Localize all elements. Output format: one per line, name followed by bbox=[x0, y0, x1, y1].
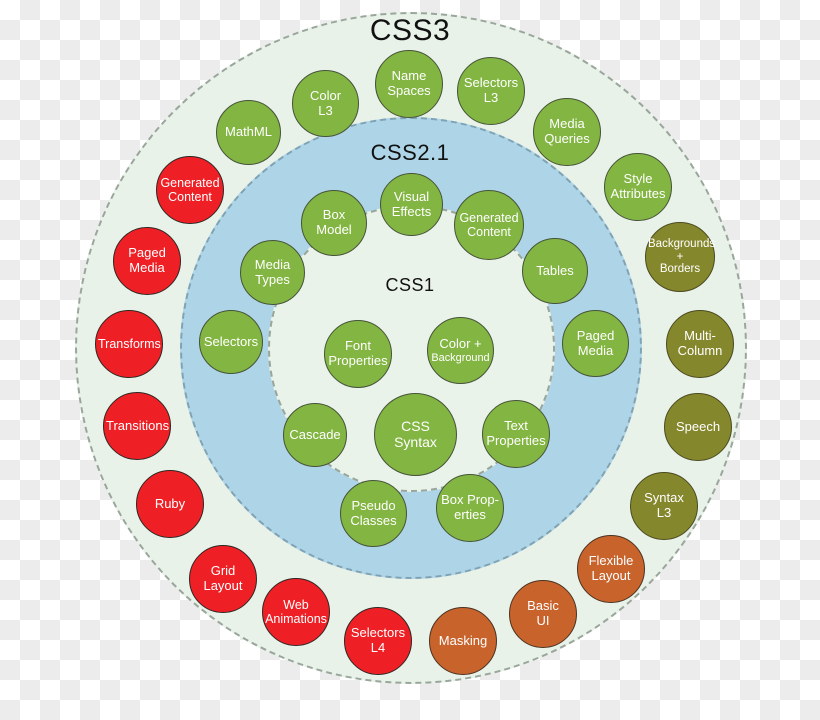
module-bubble-masking[interactable]: Masking bbox=[429, 607, 497, 675]
module-bubble-label: Selectors L4 bbox=[350, 625, 406, 655]
module-bubble-color-l3[interactable]: Color L3 bbox=[292, 70, 359, 137]
module-bubble-label: CSS Syntax bbox=[394, 417, 437, 450]
module-bubble-media-types[interactable]: Media Types bbox=[240, 240, 305, 305]
module-bubble-label: Media Queries bbox=[544, 116, 590, 146]
module-bubble-media-queries[interactable]: Media Queries bbox=[533, 98, 601, 166]
module-bubble-label: Speech bbox=[675, 418, 721, 434]
module-bubble-label: Paged Media bbox=[576, 327, 615, 358]
module-bubble-paged-media[interactable]: Paged Media bbox=[113, 227, 181, 295]
module-bubble-flexible-layout[interactable]: Flexible Layout bbox=[577, 535, 645, 603]
module-bubble-label: Syntax L3 bbox=[644, 490, 684, 520]
module-bubble-label: Multi- Column bbox=[677, 328, 723, 358]
module-bubble-box-model[interactable]: Box Model bbox=[301, 190, 367, 256]
module-bubble-generated-content[interactable]: Generated Content bbox=[156, 156, 224, 224]
module-bubble-web-animations[interactable]: Web Animations bbox=[262, 578, 330, 646]
module-bubble-name-spaces[interactable]: Name Spaces bbox=[375, 50, 443, 118]
module-bubble-label: Name Spaces bbox=[387, 68, 431, 98]
module-bubble-label: Tables bbox=[536, 262, 574, 278]
module-bubble-color-background[interactable]: Color + Background bbox=[427, 317, 494, 384]
diagram-canvas: CSS3 CSS2.1 CSS1 MathML Color L3 Name Spaces… bbox=[0, 0, 820, 720]
module-bubble-backgrounds-borders[interactable]: Backgrounds + Borders bbox=[645, 222, 715, 292]
module-bubble-selectors-l3[interactable]: Selectors L3 bbox=[457, 57, 525, 125]
module-bubble-syntax-l3[interactable]: Syntax L3 bbox=[630, 472, 698, 540]
ring-title-css3: CSS3 bbox=[369, 14, 451, 47]
module-bubble-label: Transforms bbox=[98, 337, 161, 351]
module-bubble-label: Pseudo Classes bbox=[350, 497, 397, 528]
module-bubble-label: Flexible Layout bbox=[588, 553, 634, 583]
module-bubble-label: MathML bbox=[225, 124, 272, 140]
module-bubble-grid-layout[interactable]: Grid Layout bbox=[189, 545, 257, 613]
module-bubble-label: Selectors L3 bbox=[463, 75, 519, 105]
module-bubble-tables[interactable]: Tables bbox=[522, 238, 588, 304]
module-bubble-paged-media[interactable]: Paged Media bbox=[562, 310, 629, 377]
module-bubble-box-properties[interactable]: Box Prop-erties bbox=[436, 474, 504, 542]
module-bubble-transitions[interactable]: Transitions bbox=[103, 392, 171, 460]
module-bubble-label: Generated Content bbox=[160, 176, 220, 204]
module-bubble-label: Paged Media bbox=[128, 245, 166, 275]
module-bubble-css-syntax[interactable]: CSS Syntax bbox=[374, 393, 457, 476]
module-bubble-label: Font Properties bbox=[328, 338, 388, 368]
module-bubble-ruby[interactable]: Ruby bbox=[136, 470, 204, 538]
module-bubble-label: Masking bbox=[438, 632, 488, 648]
module-bubble-basic-ui[interactable]: Basic UI bbox=[509, 580, 577, 648]
ring-title-css21: CSS2.1 bbox=[370, 140, 450, 165]
module-bubble-label: Transitions bbox=[106, 417, 170, 433]
module-bubble-label: Selectors bbox=[203, 333, 259, 349]
module-bubble-multi-column[interactable]: Multi- Column bbox=[666, 310, 734, 378]
module-bubble-label: Cascade bbox=[289, 426, 341, 442]
module-bubble-label: Color L3 bbox=[309, 87, 342, 118]
module-bubble-label: Backgrounds + Borders bbox=[648, 237, 716, 276]
module-bubble-label: Basic UI bbox=[527, 598, 559, 628]
module-bubble-label: Generated Content bbox=[459, 211, 519, 239]
module-bubble-style-attributes[interactable]: Style Attributes bbox=[604, 153, 672, 221]
module-bubble-cascade[interactable]: Cascade bbox=[283, 403, 347, 467]
module-bubble-label: Style Attributes bbox=[610, 171, 666, 201]
module-bubble-label: Ruby bbox=[154, 495, 186, 511]
module-bubble-label: Text Properties bbox=[486, 418, 546, 448]
module-bubble-label: Color + Background bbox=[431, 336, 490, 364]
module-bubble-label: Visual Effects bbox=[391, 188, 432, 219]
module-bubble-label: Web Animations bbox=[265, 598, 327, 626]
module-bubble-transforms[interactable]: Transforms bbox=[95, 310, 163, 378]
module-bubble-label: Grid Layout bbox=[203, 563, 243, 593]
module-bubble-mathml[interactable]: MathML bbox=[216, 100, 281, 165]
module-bubble-label: Box Model bbox=[316, 207, 352, 237]
module-bubble-text-properties[interactable]: Text Properties bbox=[482, 400, 550, 468]
module-bubble-label: Media Types bbox=[254, 256, 291, 287]
module-bubble-pseudo-classes[interactable]: Pseudo Classes bbox=[340, 480, 407, 547]
module-bubble-generated-content[interactable]: Generated Content bbox=[454, 190, 524, 260]
module-bubble-label: Box Prop-erties bbox=[441, 492, 499, 522]
module-bubble-font-properties[interactable]: Font Properties bbox=[324, 320, 392, 388]
module-bubble-selectors-l4[interactable]: Selectors L4 bbox=[344, 607, 412, 675]
module-bubble-speech[interactable]: Speech bbox=[664, 393, 732, 461]
module-bubble-selectors[interactable]: Selectors bbox=[199, 310, 263, 374]
module-bubble-visual-effects[interactable]: Visual Effects bbox=[380, 173, 443, 236]
